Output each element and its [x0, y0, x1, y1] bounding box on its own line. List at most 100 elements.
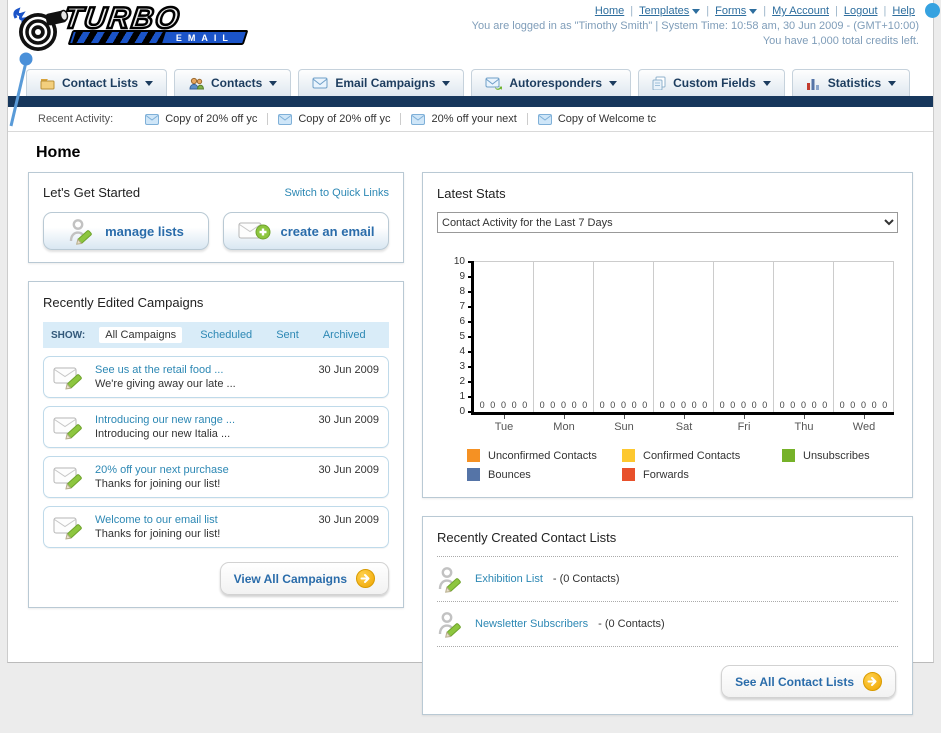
contact-lists: Exhibition List - (0 Contacts) Newsletter… [437, 557, 898, 647]
utility-link-help[interactable]: Help [892, 5, 915, 17]
contact-list-name-link[interactable]: Exhibition List [475, 573, 543, 585]
chart-zero-values: 00000 [774, 400, 833, 410]
data-value-label: 0 [670, 400, 676, 410]
utility-link-my-account[interactable]: My Account [772, 5, 829, 17]
data-value-label: 0 [779, 400, 785, 410]
tab-email-campaigns[interactable]: Email Campaigns [298, 69, 465, 96]
see-all-contact-lists-button[interactable]: See All Contact Lists [721, 665, 896, 698]
legend-swatch [467, 449, 480, 462]
campaign-text: Introducing our new range ... Introducing… [95, 414, 308, 440]
chart-day-group: 00000 [534, 262, 594, 412]
page-title: Home [36, 144, 81, 161]
campaign-title-link[interactable]: 20% off your next purchase [95, 464, 308, 476]
data-value-label: 0 [610, 400, 616, 410]
left-column: Let's Get Started Switch to Quick Links … [28, 172, 404, 626]
chart-zero-values: 00000 [534, 400, 593, 410]
tab-statistics[interactable]: Statistics [791, 69, 911, 96]
data-value-label: 0 [751, 400, 757, 410]
tab-contacts[interactable]: Contacts [174, 69, 292, 96]
campaign-text: Welcome to our email list Thanks for join… [95, 514, 308, 540]
tab-label: Contacts [211, 76, 263, 90]
utility-link-home[interactable]: Home [595, 5, 624, 17]
chart-plot-area: 0 1 2 3 4 5 6 7 8 9 10 0 0 0 0 0 0 0 0 0 0 0 0 0 0 0 0 0 0 0 0 0 0 0 0 0 0 0 0… [454, 257, 894, 417]
help-bubble-icon[interactable] [925, 3, 940, 18]
recent-activity-item-label: 20% off your next [431, 113, 517, 125]
x-axis-label-text: Mon [553, 421, 575, 433]
chart-day-group: 00000 [714, 262, 774, 412]
legend-item-unconfirmed-contacts: Unconfirmed Contacts [467, 449, 622, 462]
recent-activity-item[interactable]: Copy of 20% off yc [268, 113, 402, 125]
utility-link-templates[interactable]: Templates [639, 5, 701, 17]
main-content: Home Let's Get Started Switch to Quick L… [8, 132, 933, 733]
create-an-email-button[interactable]: create an email [223, 212, 389, 250]
tab-custom-fields[interactable]: Custom Fields [638, 69, 785, 96]
data-value-label: 0 [550, 400, 556, 410]
legend-label: Bounces [488, 468, 531, 481]
campaign-filters: All Campaigns Scheduled Sent Archived [99, 327, 371, 343]
recent-activity-item[interactable]: Copy of 20% off yc [135, 113, 269, 125]
tab-contact-lists[interactable]: Contact Lists [26, 69, 168, 96]
legend-swatch [782, 449, 795, 462]
data-value-label: 0 [599, 400, 605, 410]
campaign-title-link[interactable]: See us at the retail food ... [95, 364, 308, 376]
page-header: TURBO EMAIL Home | Templates | Forms | My Acco… [8, 0, 940, 127]
x-axis-label-text: Sun [614, 421, 634, 433]
chart-day-group: 00000 [774, 262, 834, 412]
data-value-label: 0 [642, 400, 648, 410]
x-axis-label: Sun [594, 415, 654, 433]
latest-stats-panel: Latest Stats Contact Activity for the La… [422, 172, 913, 498]
switch-quick-links-link[interactable]: Switch to Quick Links [284, 187, 389, 199]
login-status-text: You are logged in as "Timothy Smith" | S… [471, 20, 919, 32]
campaign-date: 30 Jun 2009 [318, 464, 379, 476]
campaign-filter-sent[interactable]: Sent [270, 327, 305, 343]
person-pencil-icon [68, 217, 96, 245]
data-value-label: 0 [882, 400, 888, 410]
campaign-title-link[interactable]: Introducing our new range ... [95, 414, 308, 426]
chevron-down-icon [269, 80, 278, 86]
folder-icon [40, 77, 55, 90]
data-value-label: 0 [539, 400, 545, 410]
show-label: SHOW: [51, 329, 86, 341]
campaign-filter-archived[interactable]: Archived [317, 327, 372, 343]
navy-divider-bar [8, 96, 933, 107]
campaign-title-link[interactable]: Welcome to our email list [95, 514, 308, 526]
campaign-filter-scheduled[interactable]: Scheduled [194, 327, 258, 343]
recent-activity-item[interactable]: 20% off your next [401, 113, 528, 125]
logo-pointer-decoration [9, 52, 33, 127]
tab-label: Autoresponders [509, 76, 603, 90]
chart-day-group: 00000 [654, 262, 714, 412]
data-value-label: 0 [850, 400, 856, 410]
button-label: create an email [280, 223, 375, 239]
campaign-row: Introducing our new range ... Introducing… [43, 406, 389, 448]
campaign-subtitle: We're giving away our late ... [95, 378, 236, 390]
utility-link-forms[interactable]: Forms [715, 5, 758, 17]
get-started-panel: Let's Get Started Switch to Quick Links … [28, 172, 404, 263]
recent-activity-bar: Recent Activity: Copy of 20% off yc Copy … [8, 107, 933, 132]
utility-link-logout[interactable]: Logout [844, 5, 878, 17]
contact-list-name-link[interactable]: Newsletter Subscribers [475, 618, 588, 630]
stats-period-select[interactable]: Contact Activity for the Last 7 Days [437, 212, 898, 233]
page-container: TURBO EMAIL Home | Templates | Forms | My Acco… [7, 0, 940, 715]
person-pencil-icon [437, 610, 465, 638]
main-navigation: Contact Lists Contacts Email Campaigns Auto… [8, 60, 933, 96]
credits-text: You have 1,000 total credits left. [762, 35, 919, 47]
chevron-down-icon [692, 8, 701, 14]
manage-lists-button[interactable]: manage lists [43, 212, 209, 250]
turbo-spiral-icon [13, 7, 69, 51]
logo-word-email: EMAIL [176, 32, 234, 43]
campaign-filter-bar: SHOW: All Campaigns Scheduled Sent Archived [43, 322, 389, 348]
tab-autoresponders[interactable]: Autoresponders [471, 69, 632, 96]
data-value-label: 0 [811, 400, 817, 410]
campaign-filter-all-campaigns[interactable]: All Campaigns [99, 327, 183, 343]
x-axis-label-text: Thu [794, 421, 814, 433]
data-value-label: 0 [719, 400, 725, 410]
recent-activity-item-label: Copy of Welcome tc [557, 113, 657, 125]
view-all-campaigns-button[interactable]: View All Campaigns [219, 562, 389, 595]
x-axis-label-text: Fri [737, 421, 751, 433]
recently-created-lists-panel: Recently Created Contact Lists Exhibitio… [422, 516, 913, 715]
data-value-label: 0 [800, 400, 806, 410]
chart-day-group: 00000 [594, 262, 654, 412]
x-axis-label: Fri [714, 415, 774, 433]
button-label: View All Campaigns [233, 571, 347, 586]
recent-activity-item[interactable]: Copy of Welcome tc [528, 113, 666, 125]
